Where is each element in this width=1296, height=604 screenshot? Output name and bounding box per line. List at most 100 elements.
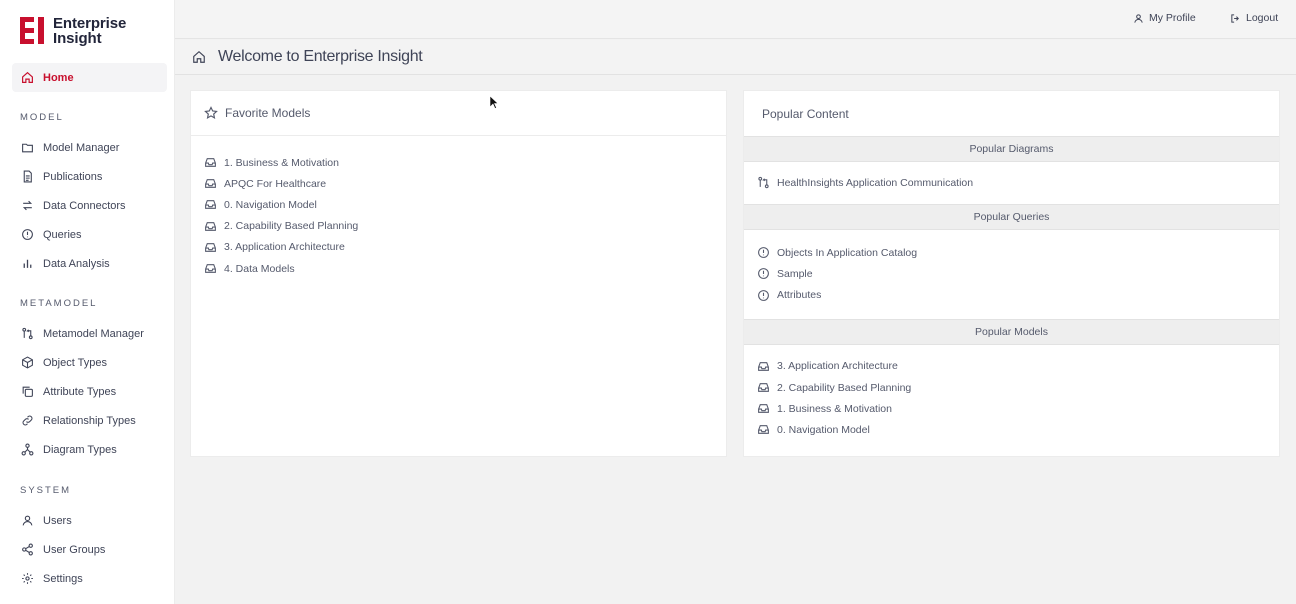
inbox-icon bbox=[204, 262, 217, 275]
sidebar-item-label: Home bbox=[43, 71, 74, 84]
user-icon bbox=[21, 514, 34, 527]
cube-icon bbox=[21, 356, 34, 369]
my-profile-link[interactable]: My Profile bbox=[1133, 12, 1196, 24]
sidebar-item-data-analysis[interactable]: Data Analysis bbox=[12, 249, 167, 278]
sidebar-item-users[interactable]: Users bbox=[12, 506, 167, 535]
sidebar-item-attribute-types[interactable]: Attribute Types bbox=[12, 377, 167, 406]
favorite-models-title: Favorite Models bbox=[225, 106, 311, 120]
list-item-label: 1. Business & Motivation bbox=[224, 156, 339, 169]
gear-icon bbox=[21, 572, 34, 585]
logout-icon bbox=[1231, 13, 1239, 23]
page-title: Welcome to Enterprise Insight bbox=[218, 48, 423, 65]
sidebar-item-label: Queries bbox=[43, 228, 82, 241]
list-item[interactable]: Objects In Application Catalog bbox=[744, 242, 1279, 263]
sidebar-item-label: Relationship Types bbox=[43, 414, 136, 427]
list-item-label: HealthInsights Application Communication bbox=[777, 176, 974, 189]
arrows-swap-icon bbox=[21, 199, 34, 212]
list-item-label: Objects In Application Catalog bbox=[777, 246, 918, 259]
brand-name-line2: Insight bbox=[53, 29, 102, 47]
sidebar-item-diagram-types[interactable]: Diagram Types bbox=[12, 435, 167, 464]
list-item[interactable]: 4. Data Models bbox=[191, 258, 726, 279]
sidebar-item-label: Object Types bbox=[43, 356, 107, 369]
popular-content-header: Popular Content bbox=[744, 91, 1279, 136]
inbox-icon bbox=[204, 177, 217, 190]
inbox-icon bbox=[757, 381, 770, 394]
sidebar-item-label: Model Manager bbox=[43, 141, 120, 154]
alert-circle-icon bbox=[757, 267, 770, 280]
copy-icon bbox=[21, 385, 34, 398]
sidebar-item-label: Data Analysis bbox=[43, 257, 110, 270]
alert-circle-icon bbox=[757, 246, 770, 259]
popular-diagrams-list: HealthInsights Application Communication bbox=[744, 162, 1279, 204]
git-compare-icon bbox=[757, 176, 770, 189]
list-item-label: 4. Data Models bbox=[224, 262, 295, 275]
list-item[interactable]: HealthInsights Application Communication bbox=[744, 172, 1279, 193]
star-icon[interactable] bbox=[204, 106, 218, 120]
folder-icon bbox=[21, 141, 34, 154]
popular-queries-heading: Popular Queries bbox=[744, 204, 1279, 231]
list-item-label: Sample bbox=[777, 267, 813, 280]
brand-logo[interactable]: Enterprise Insight bbox=[20, 16, 126, 47]
favorite-models-card: Favorite Models 1. Business & Motivation… bbox=[190, 90, 727, 457]
list-item[interactable]: 3. Application Architecture bbox=[744, 356, 1279, 377]
sidebar-item-label: Users bbox=[43, 514, 72, 527]
popular-content-card: Popular Content Popular Diagrams HealthI… bbox=[743, 90, 1280, 457]
sidebar-item-relationship-types[interactable]: Relationship Types bbox=[12, 406, 167, 435]
home-icon[interactable] bbox=[192, 50, 206, 64]
sidebar-item-data-connectors[interactable]: Data Connectors bbox=[12, 191, 167, 220]
inbox-icon bbox=[204, 220, 217, 233]
list-item[interactable]: 1. Business & Motivation bbox=[191, 152, 726, 173]
sidebar-item-label: Data Connectors bbox=[43, 199, 126, 212]
sidebar-item-settings[interactable]: Settings bbox=[12, 564, 167, 593]
sidebar-item-label: Metamodel Manager bbox=[43, 327, 144, 340]
popular-models-list: 3. Application Architecture 2. Capabilit… bbox=[744, 345, 1279, 441]
sidebar-item-publications[interactable]: Publications bbox=[12, 162, 167, 191]
page-header: Welcome to Enterprise Insight bbox=[175, 40, 1296, 75]
sidebar-item-label: User Groups bbox=[43, 543, 106, 556]
list-item-label: 2. Capability Based Planning bbox=[777, 381, 912, 394]
mouse-cursor-icon bbox=[490, 96, 499, 109]
popular-diagrams-heading: Popular Diagrams bbox=[744, 136, 1279, 162]
list-item-label: 0. Navigation Model bbox=[224, 198, 317, 211]
sidebar-item-user-groups[interactable]: User Groups bbox=[12, 535, 167, 564]
my-profile-label: My Profile bbox=[1149, 12, 1196, 24]
list-item[interactable]: 0. Navigation Model bbox=[744, 419, 1279, 440]
list-item[interactable]: Attributes bbox=[744, 285, 1279, 306]
sidebar-item-label: Diagram Types bbox=[43, 443, 117, 456]
inbox-icon bbox=[757, 360, 770, 373]
list-item[interactable]: 1. Business & Motivation bbox=[744, 398, 1279, 419]
brand-name: Enterprise Insight bbox=[53, 16, 126, 47]
top-bar: My Profile Logout bbox=[175, 0, 1296, 39]
list-item-label: 1. Business & Motivation bbox=[777, 402, 892, 415]
alert-circle-icon bbox=[757, 289, 770, 302]
section-label-system: SYSTEM bbox=[20, 485, 72, 496]
popular-content-title: Popular Content bbox=[762, 106, 849, 121]
list-item[interactable]: APQC For Healthcare bbox=[191, 173, 726, 194]
hierarchy-icon bbox=[21, 443, 34, 456]
brand-logo-mark bbox=[20, 17, 46, 44]
inbox-icon bbox=[204, 198, 217, 211]
sidebar-item-queries[interactable]: Queries bbox=[12, 220, 167, 249]
sidebar-item-label: Attribute Types bbox=[43, 385, 117, 398]
list-item-label: 2. Capability Based Planning bbox=[224, 220, 359, 233]
section-label-metamodel: METAMODEL bbox=[20, 298, 98, 309]
sidebar-item-home[interactable]: Home bbox=[12, 63, 167, 92]
sidebar-item-metamodel-manager[interactable]: Metamodel Manager bbox=[12, 319, 167, 348]
inbox-icon bbox=[204, 156, 217, 169]
sidebar: Enterprise Insight Home MODEL Model Mana… bbox=[0, 0, 175, 604]
sidebar-item-object-types[interactable]: Object Types bbox=[12, 348, 167, 377]
logout-link[interactable]: Logout bbox=[1230, 12, 1278, 24]
document-icon bbox=[21, 170, 34, 183]
user-icon bbox=[1134, 13, 1143, 23]
home-icon bbox=[21, 71, 34, 84]
sidebar-item-model-manager[interactable]: Model Manager bbox=[12, 133, 167, 162]
list-item[interactable]: 2. Capability Based Planning bbox=[744, 377, 1279, 398]
inbox-icon bbox=[204, 241, 217, 254]
list-item-label: APQC For Healthcare bbox=[224, 177, 327, 190]
inbox-icon bbox=[757, 423, 770, 436]
list-item[interactable]: 0. Navigation Model bbox=[191, 194, 726, 215]
list-item-label: 3. Application Architecture bbox=[224, 241, 345, 254]
list-item[interactable]: 3. Application Architecture bbox=[191, 237, 726, 258]
list-item[interactable]: 2. Capability Based Planning bbox=[191, 216, 726, 237]
list-item[interactable]: Sample bbox=[744, 263, 1279, 284]
